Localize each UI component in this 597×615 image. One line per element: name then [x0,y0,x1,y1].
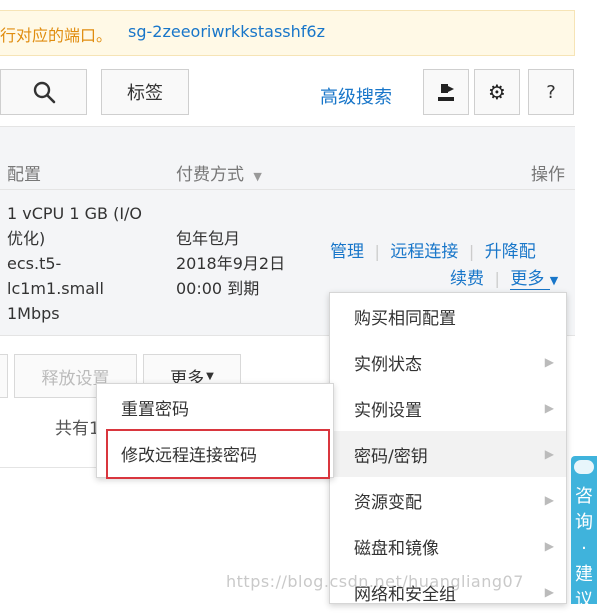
menu-item-password-key[interactable]: 密码/密钥 ▶ [330,431,566,477]
billing-line: 包年包月 [176,229,241,248]
chevron-right-icon: ▶ [544,493,554,507]
chevron-right-icon: ▶ [544,401,554,415]
settings-button[interactable]: ⚙ [474,69,520,115]
notice-text: 行对应的端口。 [0,26,113,45]
menu-item-label: 密码/密钥 [354,446,428,467]
row-actions-line1: 管理 | 远程连接 | 升降配 [330,237,536,262]
table-header [0,126,575,190]
column-config: 配置 [7,165,41,185]
billing-line: 2018年9月2日 [176,254,286,273]
chat-bubble-icon [574,460,594,474]
side-tab-char: 建 [575,564,593,585]
billing-line: 00:00 到期 [176,279,260,298]
more-actions-menu: 购买相同配置 实例状态 ▶ 实例设置 ▶ 密码/密钥 ▶ 资源变配 ▶ 磁盘和镜… [329,292,567,605]
config-line: ecs.t5- [7,254,62,273]
action-separator: | [463,242,480,261]
export-button[interactable] [423,69,469,115]
side-tab-char: · [581,538,587,559]
menu-item-label: 资源变配 [354,492,422,513]
resize-link[interactable]: 升降配 [485,242,536,262]
config-line: lc1m1.small [7,279,104,298]
config-line: 1 vCPU 1 GB (I/O [7,204,143,223]
caret-down-icon: ▼ [253,170,262,183]
menu-item-instance-status[interactable]: 实例状态 ▶ [330,339,566,385]
instance-config: 1 vCPU 1 GB (I/O 优化) ecs.t5- lc1m1.small… [7,201,142,326]
chevron-right-icon: ▶ [544,585,554,599]
chevron-right-icon: ▶ [544,447,554,461]
batch-button-partial[interactable] [0,354,8,398]
menu-item-disk-image[interactable]: 磁盘和镜像 ▶ [330,523,566,569]
chevron-right-icon: ▶ [544,355,554,369]
menu-item-label: 磁盘和镜像 [354,538,439,559]
advanced-search-link[interactable]: 高级搜索 [320,83,392,109]
caret-down-icon: ▼ [206,370,214,382]
side-tab-char: 咨 [575,486,593,507]
tag-button[interactable]: 标签 [101,69,189,115]
total-count: 共有1 [55,419,100,439]
chevron-right-icon: ▶ [544,539,554,553]
config-line: 1Mbps [7,304,60,323]
more-actions-link[interactable]: 更多 [510,269,550,290]
instance-billing: 包年包月 2018年9月2日 00:00 到期 [176,226,285,301]
menu-item-buy-same-config[interactable]: 购买相同配置 [330,293,566,339]
menu-item-resource-change[interactable]: 资源变配 ▶ [330,477,566,523]
column-billing[interactable]: 付费方式 ▼ [176,160,262,185]
menu-item-instance-settings[interactable]: 实例设置 ▶ [330,385,566,431]
menu-item-label: 购买相同配置 [354,308,456,329]
renew-link[interactable]: 续费 [450,269,484,289]
export-icon [438,84,454,101]
manage-link[interactable]: 管理 [330,242,364,262]
help-button[interactable]: ? [528,69,574,115]
consult-side-tab[interactable]: 咨 询 · 建 议 [571,456,597,611]
row-actions-line2: 续费 | 更多 ▼ [450,264,559,290]
side-tab-text: 咨 询 · 建 议 [574,484,594,614]
action-separator: | [369,242,385,261]
menu-item-label: 重置密码 [121,399,189,420]
highlight-box [106,429,330,479]
column-billing-label: 付费方式 [176,165,244,185]
menu-item-label: 实例状态 [354,354,422,375]
side-tab-char: 询 [575,512,593,533]
more-actions-label: 更多 [510,269,545,289]
remote-connect-link[interactable]: 远程连接 [390,242,458,262]
caret-down-icon: ▼ [549,274,559,287]
security-group-id: sg-2zeeoriwrkkstasshf6z [128,22,325,41]
watermark: https://blog.csdn.net/huangliang07 [226,572,524,591]
side-tab-char: 议 [575,590,593,611]
gear-icon: ⚙ [488,80,506,104]
menu-item-label: 实例设置 [354,400,422,421]
search-button[interactable] [0,69,87,115]
search-icon [33,81,55,104]
column-actions: 操作 [531,165,565,185]
reset-password-item[interactable]: 重置密码 [97,384,333,430]
action-separator: | [489,269,505,288]
config-line: 优化) [7,229,46,248]
